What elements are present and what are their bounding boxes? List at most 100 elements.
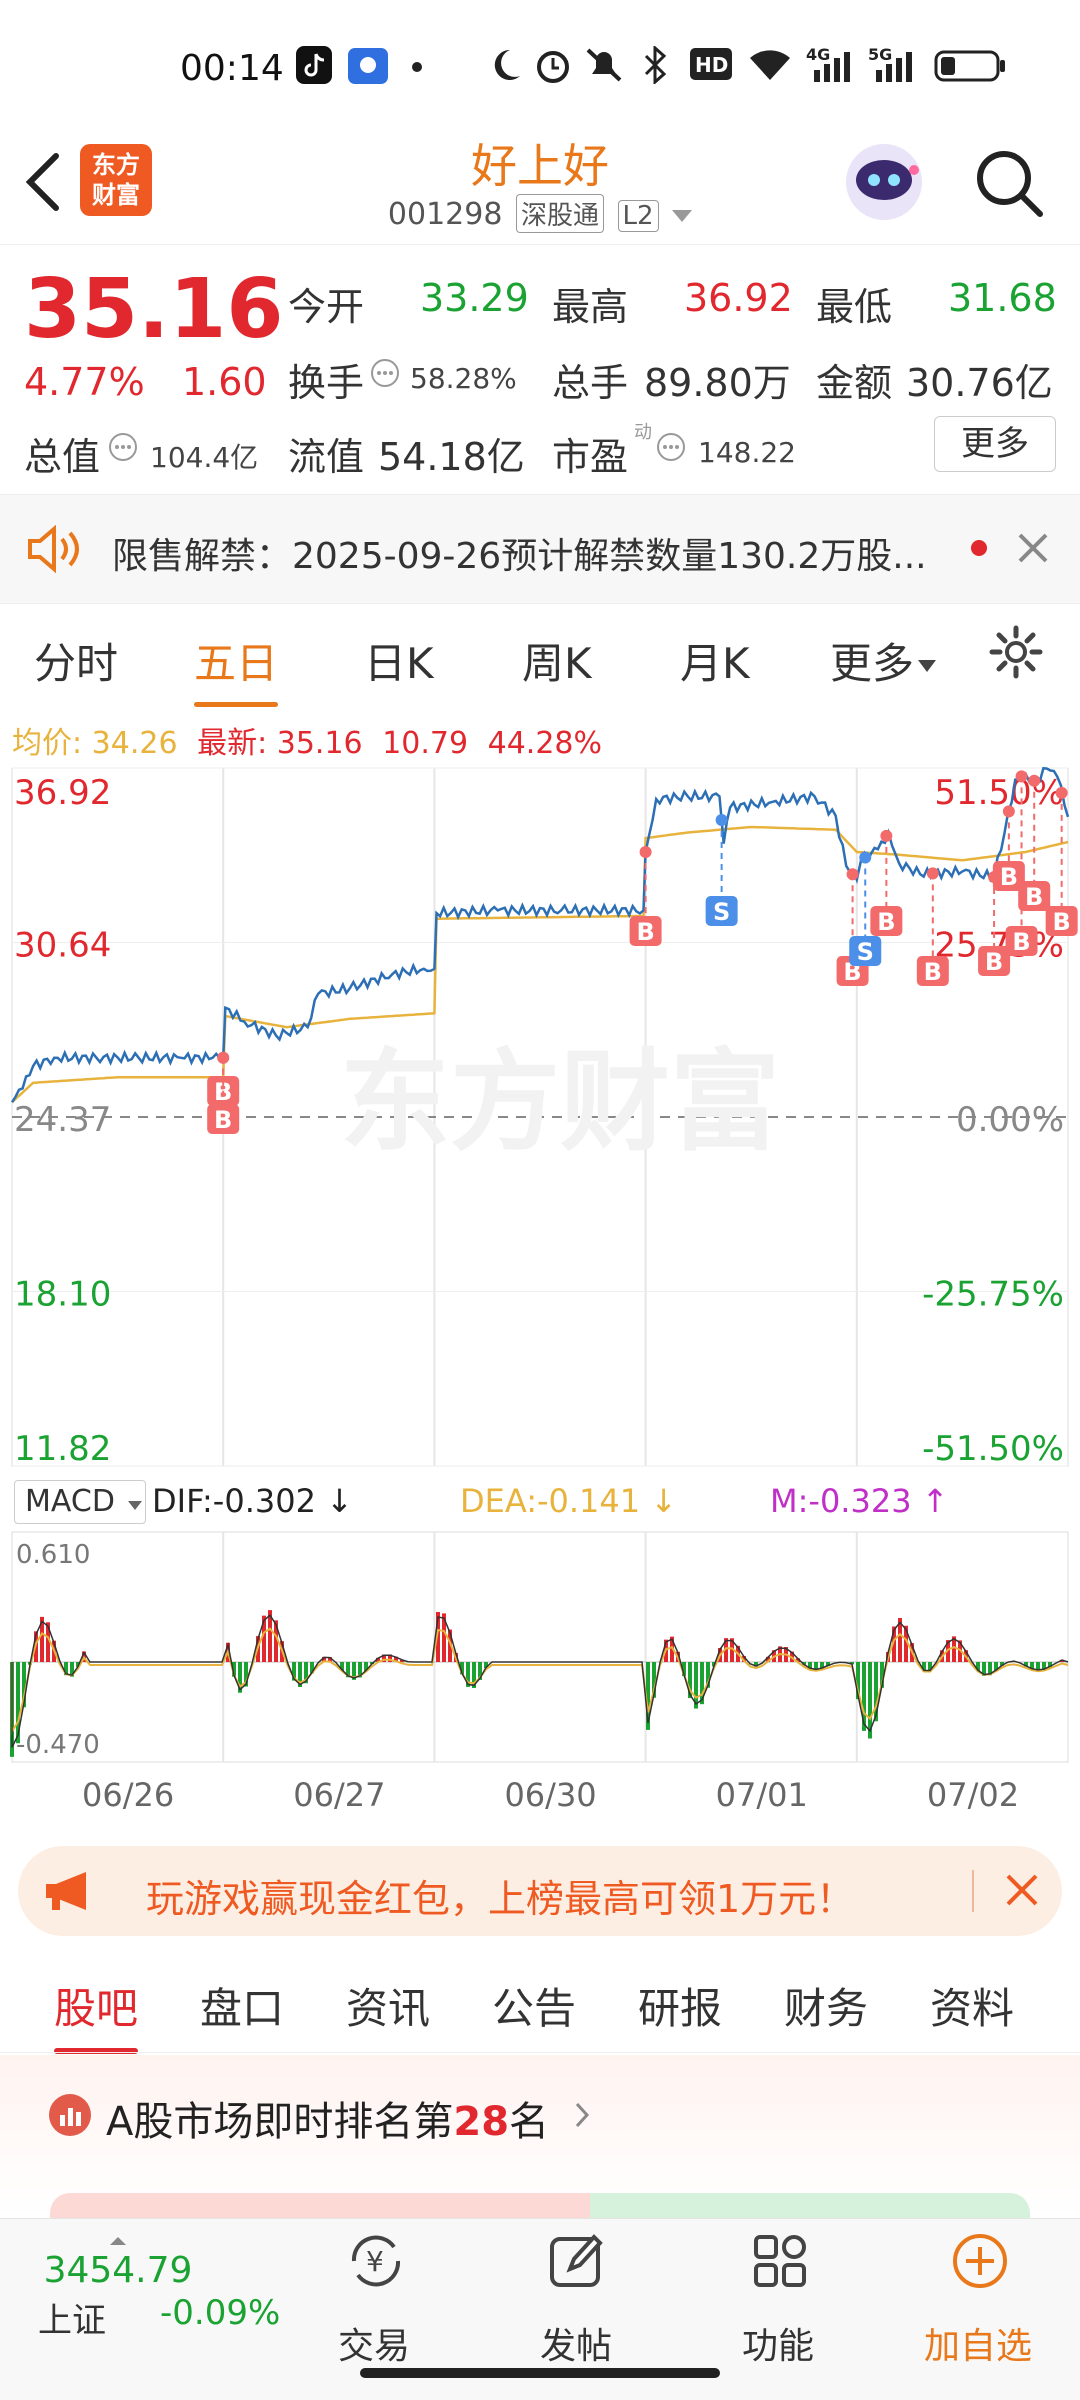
m-value: M:-0.323 [770,1482,912,1520]
battery-icon [934,50,1005,82]
info-dots-icon[interactable] [656,432,686,462]
hd-icon: HD [690,48,732,80]
signal-5g-icon: 5G [868,45,912,82]
notice-text: 限售解禁：2025-09-26预计解禁数量130.2万股... [112,536,927,577]
info-dots-icon[interactable] [108,432,138,462]
marker-label: S [713,898,730,926]
tab-announcements[interactable]: 公告 [492,1975,576,2036]
marker-label: S [857,938,874,966]
five-day-chart[interactable]: 东方财富 36.9230.6424.3718.1011.82 51.50%25.… [0,700,1080,1830]
tab-more[interactable]: 更多 [830,630,937,691]
dif-value: DIF:-0.302 [152,1482,316,1520]
rank-number: 28 [453,2099,510,2145]
open-label: 今开 [288,285,365,329]
info-dots-icon[interactable] [370,358,400,388]
macd-chart [10,1531,1069,1763]
home-indicator[interactable] [360,2368,720,2378]
volume-value: 89.80万 [644,361,791,405]
marker-label: B [1025,883,1043,911]
rank-card[interactable]: A股市场即时排名第28名 [0,2055,1080,2223]
tab-order-book[interactable]: 盘口 [200,1975,284,2036]
marker-label: B [214,1106,232,1134]
robot-assistant-icon[interactable] [842,140,926,224]
low-value: 31.68 [948,276,1057,320]
grid-apps-icon [754,2235,806,2287]
macd-label: MACD [25,1484,115,1519]
y-tick-right: -51.50% [922,1429,1064,1469]
pe-value: 148.22 [698,436,796,469]
tab-intraday[interactable]: 分时 [34,630,118,691]
unlock-notice[interactable]: 限售解禁：2025-09-26预计解禁数量130.2万股... [0,494,1080,604]
marker-label: B [1012,928,1030,956]
svg-text:5G: 5G [868,45,892,64]
tab-research[interactable]: 研报 [638,1975,722,2036]
buy-marker: B [992,805,1025,891]
tab-weekly-k[interactable]: 周K [522,630,592,691]
bluetooth-icon [644,46,667,84]
stock-code: 001298 [387,197,503,232]
stock-header: 东方 财富 好上好 001298 深股通 L2 [0,130,1080,245]
index-value: 3454.79 [43,2250,193,2291]
x-tick-label: 07/02 [927,1776,1019,1814]
banner-divider [972,1870,974,1912]
svg-text:¥: ¥ [366,2245,384,2278]
dea-arrow: ↓ [650,1482,678,1520]
x-axis-labels: 06/26 06/27 06/30 07/01 07/02 [82,1776,1019,1814]
more-button[interactable]: 更多 [934,416,1056,472]
speaker-icon [28,525,79,573]
settings-gear-icon[interactable] [988,624,1044,680]
search-icon[interactable] [972,146,1046,220]
moon-icon [494,49,520,80]
up-caret-icon [110,2237,126,2245]
tab-news[interactable]: 资讯 [346,1975,430,2036]
dropdown-triangle-icon [128,1501,143,1510]
low-label: 最低 [816,285,893,329]
dot-icon [412,62,422,72]
rank-text: A股市场即时排名第28名 [106,2089,549,2147]
nav-add-label: 加自选 [923,2326,1032,2367]
mktcap-label: 总值 [24,435,101,479]
mute-icon [586,48,622,82]
dif-text: DIF:-0.302 ↓ [152,1482,353,1520]
promo-banner[interactable]: 玩游戏赢现金红包，上榜最高可领1万元！ [18,1846,1062,1936]
status-time: 00:14 [180,48,284,89]
tab-five-day[interactable]: 五日 [194,630,279,707]
dropdown-triangle-icon [918,659,937,672]
macd-selector[interactable]: MACD [14,1480,146,1524]
tab-monthly-k[interactable]: 月K [680,630,750,691]
plus-circle-icon [953,2234,1007,2288]
y-tick-left: 36.92 [14,773,111,813]
marker-label: B [877,908,895,936]
marker-label: B [985,948,1003,976]
float-label: 流值 [288,435,365,479]
nav-post-label: 发帖 [539,2326,612,2367]
baidu-icon [348,48,388,84]
trade-yen-icon: ¥ [351,2235,401,2287]
dropdown-triangle-icon[interactable] [672,210,693,224]
marker-label: B [924,958,942,986]
turnover-value: 58.28% [410,362,517,395]
tab-daily-k[interactable]: 日K [364,630,434,691]
tab-finance[interactable]: 财务 [784,1975,868,2036]
chevron-right-icon [575,2102,590,2128]
macd-dea-line [11,1627,1069,1735]
dif-arrow: ↓ [326,1482,353,1520]
m-text: M:-0.323 ↑ [770,1482,949,1520]
macd-dif-line [11,1614,1069,1748]
connect-tag: 深股通 [515,194,604,233]
watermark: 东方财富 [340,1038,780,1166]
tiktok-icon [296,46,332,84]
index-widget[interactable]: 3454.79 [38,2231,198,2291]
tab-profile[interactable]: 资料 [930,1975,1014,2036]
marker-label: B [1000,863,1018,891]
close-icon[interactable] [1004,1872,1040,1908]
tab-forum[interactable]: 股吧 [54,1975,139,2054]
y-tick-left: 24.37 [14,1100,111,1140]
buy-marker: B [870,829,903,936]
close-icon[interactable] [1016,531,1050,565]
marker-dot [880,829,893,842]
alarm-icon [537,51,569,83]
rank-prefix: A股市场即时排名第 [106,2099,454,2145]
svg-text:4G: 4G [806,45,830,64]
amount-label: 金额 [816,361,893,405]
